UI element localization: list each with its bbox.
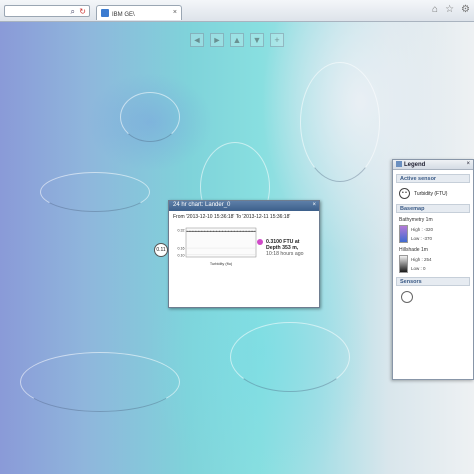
browser-toolbar: ⌕ ↻ IBM GE\ × ⌂ ☆ ⚙: [0, 0, 474, 22]
x-axis-label: Turbidity (ftu): [210, 262, 233, 266]
sensor-marker[interactable]: 0.11: [154, 243, 168, 257]
y-tick-label: 0.32: [178, 229, 185, 233]
terrain-feature: [40, 172, 150, 212]
sensors-header[interactable]: Sensors: [396, 277, 470, 286]
y-tick-label: 0.10: [178, 253, 185, 257]
address-bar[interactable]: ⌕ ↻: [4, 5, 90, 17]
close-tab-icon[interactable]: ×: [173, 9, 177, 16]
hillshade-label: Hillshade 1m: [399, 247, 428, 253]
basemap-header[interactable]: Basemap: [396, 204, 470, 213]
reading-marker-icon: [257, 239, 263, 245]
legend-title: Legend: [404, 162, 426, 168]
favicon-icon: [101, 9, 109, 17]
bathymetry-swatch: [399, 225, 408, 243]
legend-header: Legend ×: [393, 160, 473, 170]
pan-down-icon[interactable]: ▼: [250, 33, 264, 47]
data-point: [230, 230, 232, 232]
data-point: [198, 230, 200, 232]
close-icon[interactable]: ×: [312, 202, 316, 208]
data-point: [254, 230, 256, 232]
active-sensor-row: • • Turbidity (FTU): [399, 188, 467, 199]
home-icon[interactable]: ⌂: [432, 4, 438, 15]
hillshade-scale: High : 254 Low : 0: [399, 255, 467, 273]
hillshade-low: Low : 0: [411, 266, 426, 271]
plot-area: [185, 227, 257, 258]
data-point: [236, 230, 238, 232]
popup-header: 24 hr chart: Lander_0 ×: [169, 201, 319, 211]
terrain-feature: [20, 352, 180, 412]
data-point: [192, 230, 194, 232]
tab-title: IBM GE\: [112, 12, 135, 18]
data-point: [204, 230, 206, 232]
data-point: [215, 230, 218, 232]
data-point: [201, 230, 203, 232]
sensor-icon[interactable]: [401, 291, 413, 303]
terrain-feature: [120, 92, 180, 142]
active-sensor-name: Turbidity (FTU): [414, 190, 448, 197]
legend-panel: Legend × Active sensor • • Turbidity (FT…: [392, 159, 474, 380]
turbidity-sensor-icon: • •: [399, 188, 410, 199]
terrain-feature: [300, 62, 380, 182]
pan-left-icon[interactable]: ◄: [190, 33, 204, 47]
pan-right-icon[interactable]: ►: [210, 33, 224, 47]
data-point: [221, 230, 224, 232]
turbidity-chart: 0.32 0.16 0.10 Turbidity (ftu): [178, 227, 257, 266]
bathymetry-label: Bathymetry 1m: [399, 217, 433, 223]
data-point: [224, 230, 227, 232]
pan-up-icon[interactable]: ▲: [230, 33, 244, 47]
data-point: [210, 230, 212, 232]
legend-icon: [396, 161, 402, 167]
close-icon[interactable]: ×: [466, 161, 470, 167]
bathymetry-scale: High : -320 Low : -370: [399, 225, 467, 243]
chart-popup: 24 hr chart: Lander_0 × From '2013-12-10…: [168, 200, 320, 308]
data-point: [242, 230, 244, 232]
zoom-in-icon[interactable]: +: [270, 33, 284, 47]
data-point: [239, 230, 241, 232]
browser-tab[interactable]: IBM GE\ ×: [96, 5, 182, 20]
data-point: [186, 230, 188, 232]
data-point: [189, 230, 191, 232]
data-point: [233, 230, 235, 232]
data-point: [251, 230, 253, 232]
data-point: [207, 230, 209, 232]
data-point: [213, 230, 215, 232]
latest-reading: 0.3100 FTU at Depth 353 m, 10:18 hours a…: [257, 239, 319, 257]
settings-icon[interactable]: ⚙: [461, 4, 470, 15]
data-point: [227, 230, 229, 232]
data-point: [218, 230, 221, 232]
data-point: [248, 230, 250, 232]
time-range: From '2013-12-10 15:36:18' To '2013-12-1…: [173, 214, 291, 220]
hillshade-swatch: [399, 255, 408, 273]
bathymetry-low: Low : -370: [411, 236, 433, 241]
popup-title: 24 hr chart: Lander_0: [173, 202, 231, 208]
data-point: [195, 230, 197, 232]
y-tick-label: 0.16: [178, 247, 185, 251]
map-navigation: ◄ ► ▲ ▼ +: [190, 30, 294, 50]
reading-age: 10:18 hours ago: [266, 251, 304, 257]
favorites-icon[interactable]: ☆: [445, 4, 454, 15]
search-icon[interactable]: ⌕: [71, 7, 75, 17]
data-point: [245, 230, 247, 232]
active-sensor-header[interactable]: Active sensor: [396, 174, 470, 183]
reload-icon[interactable]: ↻: [79, 7, 86, 16]
hillshade-high: High : 254: [411, 257, 432, 262]
bathymetry-high: High : -320: [411, 227, 434, 232]
terrain-feature: [230, 322, 350, 392]
